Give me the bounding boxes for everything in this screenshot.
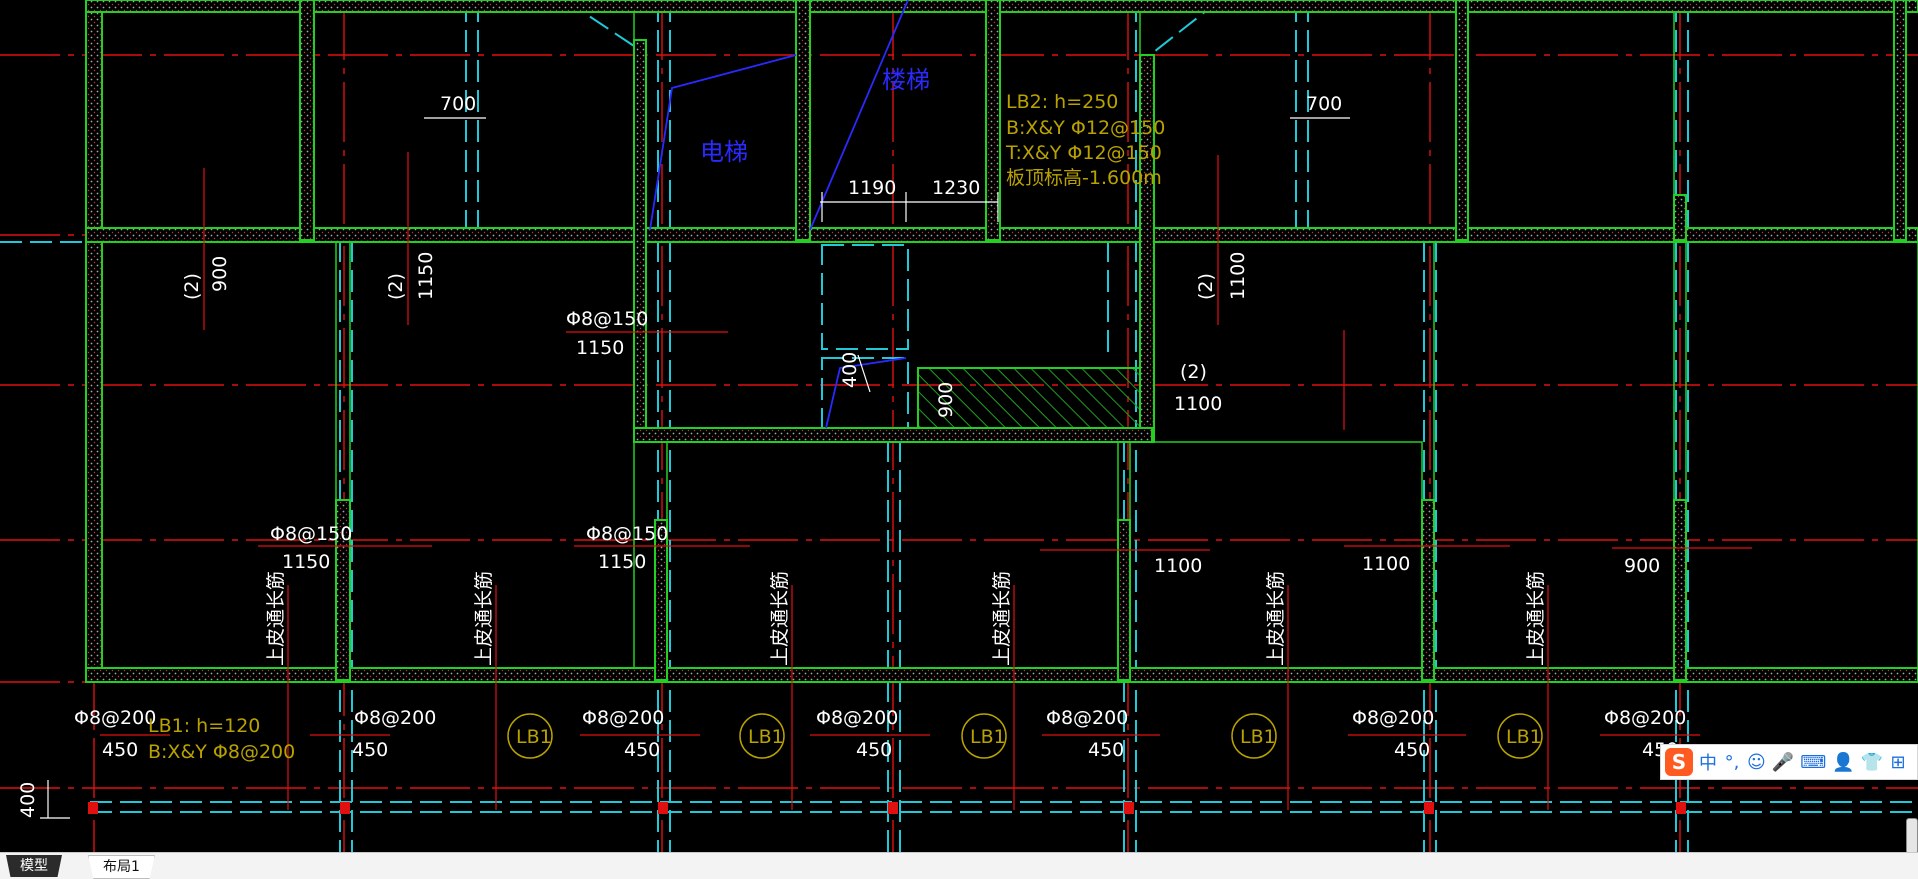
row2-2-top: Φ8@150 — [586, 523, 668, 545]
rebar-mid-bot: 1150 — [576, 337, 624, 359]
bottom-rebar-6-top: Φ8@200 — [1352, 707, 1434, 729]
lb1-tag-2: LB1 — [748, 726, 784, 748]
rebar-lines — [100, 152, 1752, 810]
dim-700-right: 700 — [1306, 93, 1342, 115]
bottom-rebar-4-bot: 450 — [856, 739, 892, 761]
row2-2-bot: 1150 — [598, 551, 646, 573]
vert-label-1-top: (2) — [181, 273, 203, 300]
vert-label-2-bot: 1150 — [415, 252, 437, 300]
lb1-line-1: LB1: h=120 — [148, 715, 260, 737]
lb1-line-2: B:X&Y Φ8@200 — [148, 741, 295, 763]
lb2-line-4: 板顶标高-1.600m — [1006, 167, 1162, 189]
lb2-line-3: T:X&Y Φ12@150 — [1005, 142, 1162, 164]
ime-emoji-icon[interactable]: ☺ — [1747, 752, 1766, 773]
ime-punctuation[interactable]: °, — [1723, 752, 1741, 773]
vert-label-3-bot: 1100 — [1227, 252, 1249, 300]
bottom-rebar-3-bot: 450 — [624, 739, 660, 761]
row2-1-bot: 1150 — [282, 551, 330, 573]
row2-4-bot: 1100 — [1362, 553, 1410, 575]
ime-chinese-mode[interactable]: 中 — [1699, 749, 1717, 775]
lb1-tag-5: LB1 — [1506, 726, 1542, 748]
vert-note-2: 上皮通长筋 — [473, 571, 495, 666]
stair-label: 楼梯 — [882, 66, 930, 94]
bottom-rebar-4-top: Φ8@200 — [816, 707, 898, 729]
right-mid-bot: 1100 — [1174, 393, 1222, 415]
row2-3-bot: 1100 — [1154, 555, 1202, 577]
lb1-tag-4: LB1 — [1240, 726, 1276, 748]
vert-note-1: 上皮通长筋 — [265, 571, 287, 666]
tab-layout1[interactable]: 布局1 — [88, 855, 155, 879]
bottom-rebar-1-top: Φ8@200 — [74, 707, 156, 729]
ime-keyboard-icon[interactable]: ⌨ — [1800, 752, 1826, 773]
layout-tab-bar: 模型 布局1 — [0, 852, 1918, 879]
row2-5-bot: 900 — [1624, 555, 1660, 577]
dim-900-hatch: 900 — [935, 382, 957, 418]
tab-model[interactable]: 模型 — [6, 855, 62, 877]
ime-toolbox-icon[interactable]: ⊞ — [1889, 752, 1907, 773]
bottom-rebar-3-top: Φ8@200 — [582, 707, 664, 729]
bottom-rebar-2-top: Φ8@200 — [354, 707, 436, 729]
bottom-rebar-5-top: Φ8@200 — [1046, 707, 1128, 729]
stair-elevator-lines — [649, 0, 909, 429]
lb1-tag-3: LB1 — [970, 726, 1006, 748]
sogou-logo-icon[interactable]: S — [1665, 748, 1693, 776]
dim-1190: 1190 — [848, 177, 896, 199]
bottom-rebar-1-bot: 450 — [102, 739, 138, 761]
vert-label-1-bot: 900 — [209, 256, 231, 292]
right-mid-top: (2) — [1180, 361, 1207, 383]
lb2-line-1: LB2: h=250 — [1006, 91, 1118, 113]
lb2-line-2: B:X&Y Φ12@150 — [1006, 117, 1165, 139]
dim-1230: 1230 — [932, 177, 980, 199]
dim-700-left: 700 — [440, 93, 476, 115]
rebar-mid-top: Φ8@150 — [566, 308, 648, 330]
vert-note-6: 上皮通长筋 — [1525, 571, 1547, 666]
ime-microphone-icon[interactable]: 🎤 — [1772, 752, 1794, 773]
bottom-rebar-5-bot: 450 — [1088, 739, 1124, 761]
vert-note-5: 上皮通长筋 — [1265, 571, 1287, 666]
row2-1-top: Φ8@150 — [270, 523, 352, 545]
lb1-tag-1: LB1 — [516, 726, 552, 748]
vertical-scrollbar[interactable] — [1906, 818, 1918, 854]
vert-label-2-top: (2) — [385, 273, 407, 300]
dim-400-left: 400 — [17, 782, 39, 818]
ime-skin-icon[interactable]: 👕 — [1861, 752, 1883, 773]
bottom-rebar-2-bot: 450 — [352, 739, 388, 761]
bottom-rebar-6-bot: 450 — [1394, 739, 1430, 761]
vert-label-3-top: (2) — [1195, 273, 1217, 300]
ime-user-icon[interactable]: 👤 — [1832, 752, 1854, 773]
dim-400-mid: 400 — [839, 352, 861, 388]
vert-note-4: 上皮通长筋 — [991, 571, 1013, 666]
bottom-rebar-7-top: Φ8@200 — [1604, 707, 1686, 729]
vert-note-3: 上皮通长筋 — [769, 571, 791, 666]
cad-drawing-canvas[interactable]: 电梯 楼梯 700 700 1190 1230 LB2: h=250 B:X&Y… — [0, 0, 1918, 852]
elevator-label: 电梯 — [700, 138, 748, 166]
ime-toolbar[interactable]: S 中 °, ☺ 🎤 ⌨ 👤 👕 ⊞ — [1660, 744, 1918, 780]
